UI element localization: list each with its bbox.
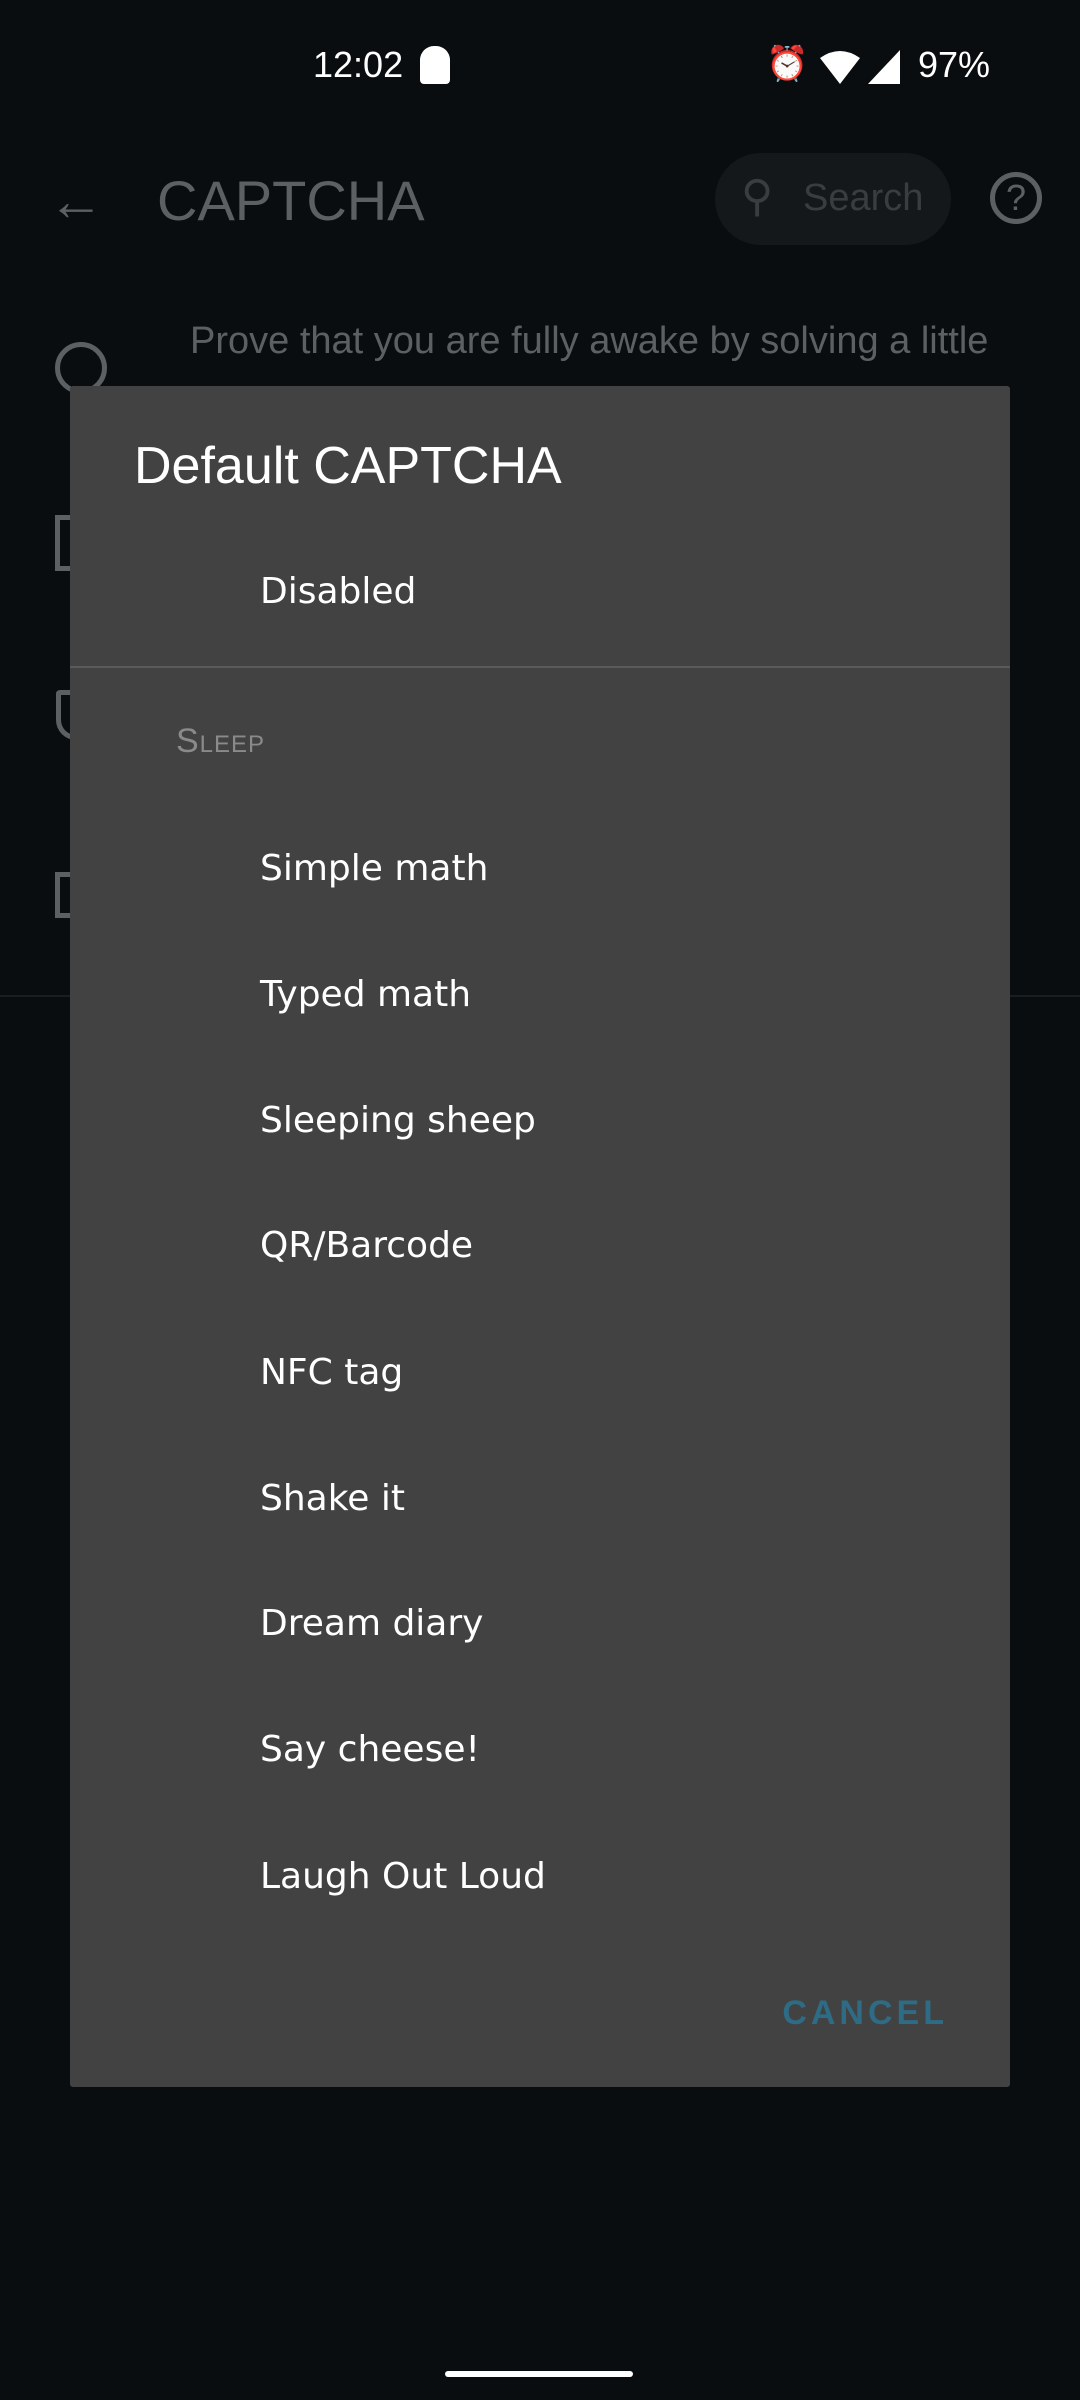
- section-header-sleep: Sleep: [176, 722, 266, 760]
- search-icon: ⚲: [741, 172, 774, 221]
- help-icon[interactable]: ?: [990, 172, 1042, 224]
- signal-icon: [868, 50, 900, 84]
- cancel-button[interactable]: CANCEL: [774, 1986, 956, 2041]
- status-time: 12:02: [313, 44, 404, 85]
- search-bar[interactable]: ⚲ Search: [715, 153, 951, 245]
- dialog-divider: [70, 666, 1010, 668]
- search-placeholder: Search: [803, 177, 924, 219]
- wifi-icon: [820, 51, 860, 84]
- option-item[interactable]: NFC tag: [70, 1309, 1010, 1435]
- back-button[interactable]: ←: [48, 168, 104, 233]
- home-indicator[interactable]: [445, 2371, 633, 2377]
- option-disabled[interactable]: Disabled: [70, 528, 1010, 654]
- page-title: CAPTCHA: [157, 169, 425, 232]
- notification-icon: [420, 46, 450, 84]
- option-item[interactable]: Laugh Out Loud: [70, 1813, 1010, 1939]
- captcha-dialog: Default CAPTCHA Disabled Sleep Simple ma…: [70, 386, 1010, 2087]
- dialog-title: Default CAPTCHA: [134, 437, 562, 495]
- option-item[interactable]: Say cheese!: [70, 1686, 1010, 1812]
- battery-level: 97%: [918, 44, 991, 85]
- option-item[interactable]: QR/Barcode: [70, 1182, 1010, 1308]
- option-item[interactable]: Typed math: [70, 931, 1010, 1057]
- description-text: Prove that you are fully awake by solvin…: [190, 320, 989, 362]
- option-item[interactable]: Shake it: [70, 1435, 1010, 1561]
- alarm-icon: ⏰: [766, 45, 809, 83]
- option-item[interactable]: Simple math: [70, 805, 1010, 931]
- option-item[interactable]: Sleeping sheep: [70, 1057, 1010, 1183]
- option-item[interactable]: Dream diary: [70, 1560, 1010, 1686]
